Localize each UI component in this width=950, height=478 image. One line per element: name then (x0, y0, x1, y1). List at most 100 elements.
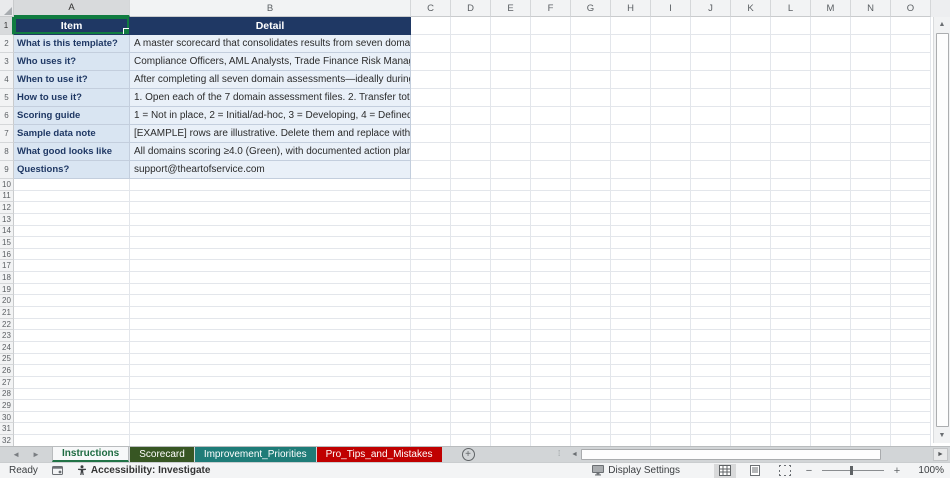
cell-L3[interactable] (771, 53, 811, 71)
cell-B21[interactable] (130, 307, 411, 319)
col-header-K[interactable]: K (731, 0, 771, 17)
cell-H21[interactable] (611, 307, 651, 319)
cell-D16[interactable] (451, 248, 491, 261)
cell-A3[interactable]: Who uses it? (14, 53, 130, 71)
cell-O18[interactable] (891, 272, 931, 284)
row-header-22[interactable]: 22 (0, 318, 14, 331)
cell-I11[interactable] (651, 190, 691, 203)
cell-N19[interactable] (851, 283, 891, 296)
cell-D5[interactable] (451, 89, 491, 107)
cell-K14[interactable] (731, 225, 771, 238)
cell-M23[interactable] (811, 330, 851, 342)
cell-D20[interactable] (451, 295, 491, 308)
zoom-slider-thumb[interactable] (850, 466, 853, 475)
cell-I21[interactable] (651, 307, 691, 319)
cell-J13[interactable] (691, 213, 731, 226)
cell-H32[interactable] (611, 435, 651, 446)
zoom-in-button[interactable]: + (892, 465, 902, 477)
cell-L18[interactable] (771, 272, 811, 284)
cell-N28[interactable] (851, 388, 891, 401)
cell-B29[interactable] (130, 400, 411, 412)
cell-N3[interactable] (851, 53, 891, 71)
cell-C17[interactable] (411, 260, 451, 273)
row-header-23[interactable]: 23 (0, 330, 14, 342)
tab-splitter-handle[interactable]: ⁞ (558, 449, 560, 458)
cell-N1[interactable] (851, 17, 891, 35)
cell-G16[interactable] (571, 248, 611, 261)
horizontal-scrollbar-thumb[interactable] (581, 448, 881, 460)
cell-A2[interactable]: What is this template? (14, 35, 130, 53)
cell-I4[interactable] (651, 71, 691, 89)
cell-O30[interactable] (891, 411, 931, 424)
cell-N15[interactable] (851, 237, 891, 249)
cell-G28[interactable] (571, 388, 611, 401)
cell-D10[interactable] (451, 179, 491, 191)
new-sheet-button[interactable]: + (461, 448, 475, 461)
cell-O11[interactable] (891, 190, 931, 203)
cell-F16[interactable] (531, 248, 571, 261)
cell-I14[interactable] (651, 225, 691, 238)
cell-G6[interactable] (571, 107, 611, 125)
cell-F30[interactable] (531, 411, 571, 424)
cell-B14[interactable] (130, 225, 411, 238)
cell-M6[interactable] (811, 107, 851, 125)
col-header-A[interactable]: A (14, 0, 130, 17)
cell-J28[interactable] (691, 388, 731, 401)
cell-N29[interactable] (851, 400, 891, 412)
cell-O28[interactable] (891, 388, 931, 401)
cell-J5[interactable] (691, 89, 731, 107)
cell-F32[interactable] (531, 435, 571, 446)
cell-D6[interactable] (451, 107, 491, 125)
cell-L22[interactable] (771, 318, 811, 331)
cell-B28[interactable] (130, 388, 411, 401)
display-settings-button[interactable]: Display Settings (592, 465, 680, 476)
cell-C15[interactable] (411, 237, 451, 249)
cell-K29[interactable] (731, 400, 771, 412)
cell-L7[interactable] (771, 125, 811, 143)
cell-L14[interactable] (771, 225, 811, 238)
cell-M7[interactable] (811, 125, 851, 143)
cell-F1[interactable] (531, 17, 571, 35)
col-header-N[interactable]: N (851, 0, 891, 17)
cell-K10[interactable] (731, 179, 771, 191)
cell-J9[interactable] (691, 161, 731, 179)
cell-J31[interactable] (691, 423, 731, 436)
row-header-19[interactable]: 19 (0, 283, 14, 296)
cell-L25[interactable] (771, 353, 811, 366)
cell-O27[interactable] (891, 376, 931, 389)
cell-D21[interactable] (451, 307, 491, 319)
cell-I9[interactable] (651, 161, 691, 179)
cell-H2[interactable] (611, 35, 651, 53)
cell-F8[interactable] (531, 143, 571, 161)
col-header-G[interactable]: G (571, 0, 611, 17)
cell-E5[interactable] (491, 89, 531, 107)
cell-N23[interactable] (851, 330, 891, 342)
cell-B15[interactable] (130, 237, 411, 249)
cell-I1[interactable] (651, 17, 691, 35)
cell-A8[interactable]: What good looks like (14, 143, 130, 161)
cell-F9[interactable] (531, 161, 571, 179)
cell-G23[interactable] (571, 330, 611, 342)
cell-E7[interactable] (491, 125, 531, 143)
cell-F4[interactable] (531, 71, 571, 89)
cell-B12[interactable] (130, 202, 411, 214)
cell-M17[interactable] (811, 260, 851, 273)
cell-O24[interactable] (891, 341, 931, 354)
cell-H19[interactable] (611, 283, 651, 296)
cell-H29[interactable] (611, 400, 651, 412)
cell-B17[interactable] (130, 260, 411, 273)
cell-C4[interactable] (411, 71, 451, 89)
cell-K25[interactable] (731, 353, 771, 366)
select-all-button[interactable] (0, 0, 14, 17)
cell-F5[interactable] (531, 89, 571, 107)
cell-E18[interactable] (491, 272, 531, 284)
cell-M14[interactable] (811, 225, 851, 238)
cell-J10[interactable] (691, 179, 731, 191)
cell-H30[interactable] (611, 411, 651, 424)
scroll-left-icon[interactable]: ◄ (568, 448, 581, 461)
cell-J29[interactable] (691, 400, 731, 412)
row-header-1[interactable]: 1 (0, 17, 14, 35)
cell-L12[interactable] (771, 202, 811, 214)
row-header-29[interactable]: 29 (0, 400, 14, 412)
cell-N12[interactable] (851, 202, 891, 214)
